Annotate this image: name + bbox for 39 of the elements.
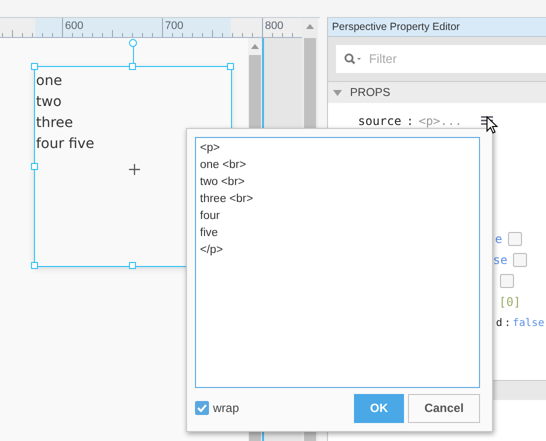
checkbox[interactable] [508, 232, 522, 246]
resize-handle[interactable] [31, 262, 38, 269]
resize-handle[interactable] [31, 162, 38, 170]
property-value: false [512, 316, 544, 328]
component-text: four five [36, 135, 94, 154]
search-icon[interactable] [344, 53, 362, 65]
section-header: PROPS [350, 86, 390, 98]
resize-handle[interactable] [31, 63, 38, 70]
wrap-label: wrap [213, 401, 240, 415]
collapse-caret-icon[interactable] [333, 90, 342, 96]
text-editor-field[interactable]: <p> one <br> two <br> three <br> four five </p> [195, 137, 480, 388]
panel-title: Perspective Property Editor [332, 21, 460, 33]
property-value: [0] [499, 294, 521, 308]
filter-field[interactable]: Filter [336, 45, 546, 73]
menu-icon[interactable] [480, 116, 493, 125]
property-key: d [496, 316, 502, 328]
component-text: two [36, 93, 62, 112]
resize-handle[interactable] [129, 63, 136, 70]
rotate-handle[interactable] [129, 39, 137, 47]
property-value: e [495, 232, 502, 246]
component-text: three [36, 114, 74, 133]
ruler-label: 800 [265, 20, 284, 32]
cancel-button[interactable]: Cancel [408, 394, 480, 422]
component-text: one [36, 72, 62, 91]
property-separator: : [504, 316, 511, 328]
crosshair-icon [129, 164, 140, 175]
scroll-up-icon[interactable] [251, 44, 259, 49]
wrap-checkbox[interactable] [195, 401, 209, 415]
property-value: <p>... [418, 114, 462, 128]
scroll-up-icon[interactable] [306, 24, 314, 29]
ruler-label: 600 [65, 20, 84, 32]
property-value: se [493, 252, 508, 266]
checkbox[interactable] [513, 252, 528, 266]
resize-handle[interactable] [129, 262, 136, 269]
property-separator: : [406, 114, 414, 128]
resize-handle[interactable] [227, 63, 234, 70]
ruler-label: 700 [165, 20, 184, 32]
checkbox[interactable] [500, 274, 514, 288]
property-key: source [358, 114, 402, 128]
